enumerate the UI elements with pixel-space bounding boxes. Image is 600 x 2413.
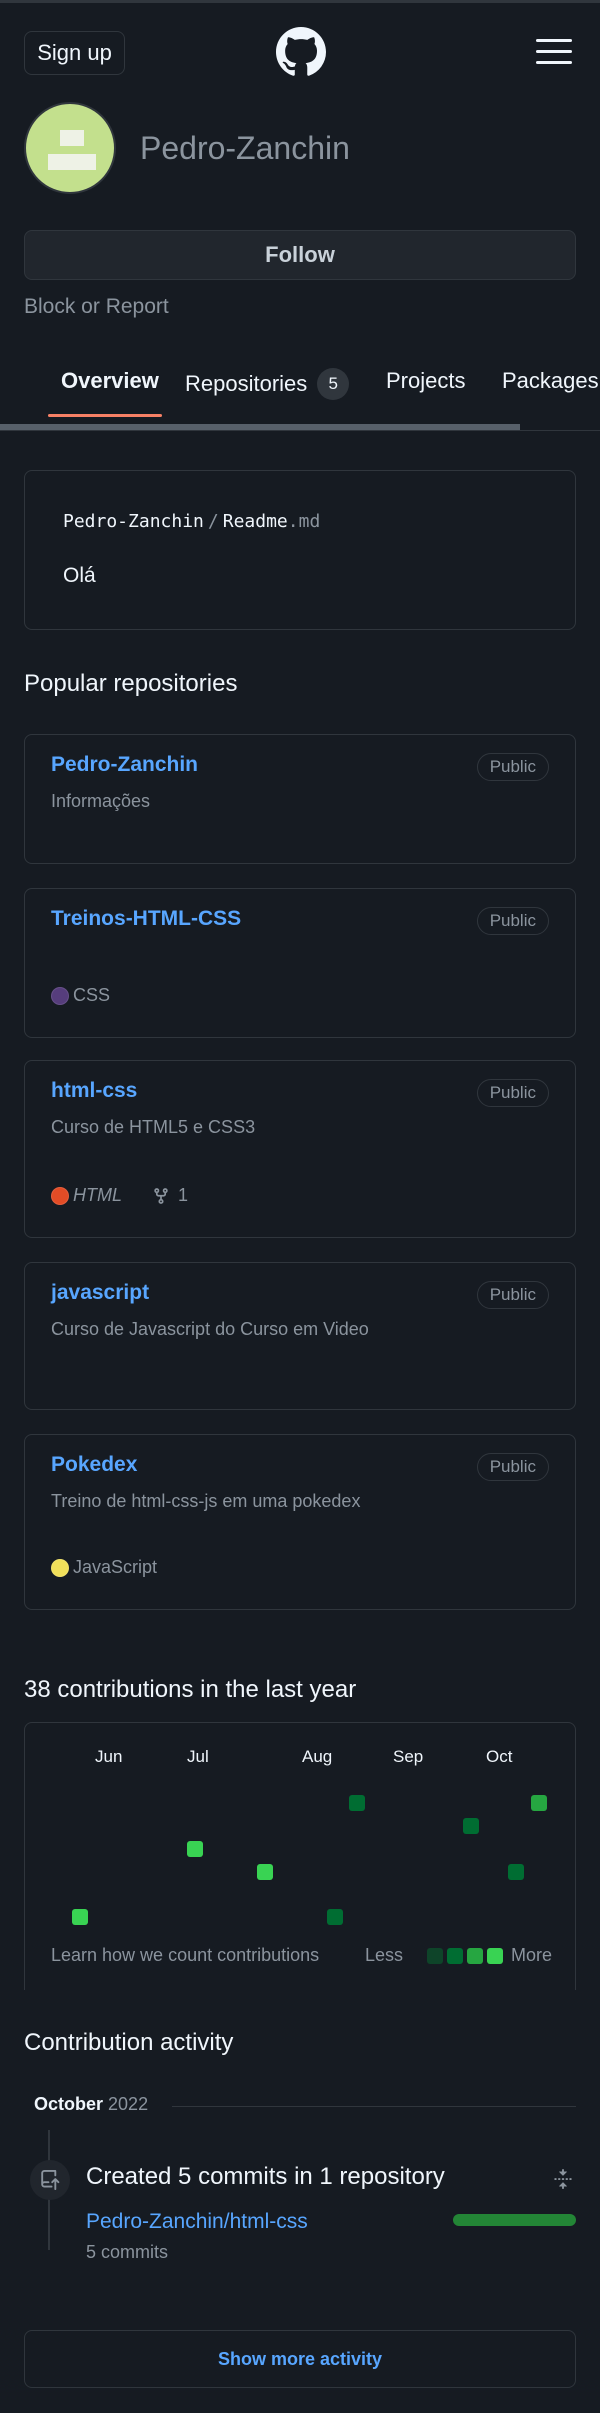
fork-icon (154, 1187, 168, 1204)
contribution-cell[interactable] (349, 1795, 365, 1811)
github-mark-icon[interactable] (276, 27, 326, 77)
contribution-calendar: Jun Jul Aug Sep Oct Learn how we count c… (24, 1722, 576, 1990)
visibility-badge: Public (476, 753, 549, 781)
tab-packages[interactable]: Packages (502, 368, 599, 394)
learn-contributions-link[interactable]: Learn how we count contributions (51, 1945, 319, 1966)
calendar-month-label: Oct (486, 1747, 513, 1766)
contribution-cell[interactable] (508, 1864, 524, 1880)
contribution-cell[interactable] (257, 1864, 273, 1880)
repo-language: JavaScript (51, 1557, 157, 1578)
repo-name-link[interactable]: Pedro-Zanchin (51, 753, 198, 777)
commit-progress-bar (453, 2214, 576, 2226)
divider (172, 2106, 576, 2107)
repo-description: Curso de Javascript do Curso em Video (51, 1319, 369, 1339)
repositories-count-badge: 5 (317, 368, 350, 400)
collapse-icon[interactable] (553, 2168, 573, 2190)
calendar-legend: Less More (365, 1945, 553, 1965)
activity-month-heading: October 2022 (34, 2094, 149, 2114)
follow-button[interactable]: Follow (24, 230, 576, 280)
contribution-activity-title: Contribution activity (24, 2029, 234, 2056)
repo-card: Pedro-Zanchin Public Informações (24, 734, 576, 864)
popular-repositories-title: Popular repositories (24, 670, 238, 697)
top-bar: Sign up (0, 0, 600, 98)
visibility-badge: Public (476, 907, 549, 935)
readme-body: Olá (63, 564, 96, 587)
show-more-activity-button[interactable]: Show more activity (24, 2330, 576, 2388)
active-tab-underline (48, 414, 162, 417)
repo-card: Treinos-HTML-CSS Public CSS (24, 888, 576, 1038)
tab-projects[interactable]: Projects (386, 368, 465, 394)
repo-push-icon (30, 2160, 70, 2200)
readme-path: Pedro-Zanchin / Readme.md (63, 511, 321, 532)
contribution-cell[interactable] (187, 1841, 203, 1857)
tab-overview[interactable]: Overview (61, 368, 159, 394)
calendar-month-label: Sep (393, 1747, 424, 1766)
repo-forks-link[interactable]: 1 (152, 1185, 188, 1206)
language-color-dot (51, 1186, 69, 1205)
avatar[interactable] (24, 102, 116, 194)
contribution-cell[interactable] (327, 1909, 343, 1925)
visibility-badge: Public (476, 1453, 549, 1481)
contributions-title: 38 contributions in the last year (24, 1676, 357, 1703)
repo-description: Treino de html-css-js em uma pokedex (51, 1491, 361, 1511)
calendar-month-label: Jun (95, 1747, 123, 1766)
calendar-month-label: Jul (187, 1747, 209, 1766)
visibility-badge: Public (476, 1079, 549, 1107)
contribution-cell[interactable] (72, 1909, 88, 1925)
divider (0, 430, 600, 431)
activity-headline[interactable]: Created 5 commits in 1 repository (86, 2163, 445, 2191)
repo-name-link[interactable]: html-css (51, 1079, 137, 1103)
repo-name-link[interactable]: Treinos-HTML-CSS (51, 907, 241, 931)
contribution-cell[interactable] (531, 1795, 547, 1811)
tab-repositories[interactable]: Repositories 5 (185, 368, 350, 400)
block-or-report-link[interactable]: Block or Report (24, 295, 169, 319)
readme-file-link[interactable]: Readme (223, 511, 288, 532)
calendar-month-label: Aug (302, 1747, 333, 1766)
repo-name-link[interactable]: javascript (51, 1281, 149, 1305)
repo-description: Curso de HTML5 e CSS3 (51, 1117, 256, 1137)
repo-card: html-css Public Curso de HTML5 e CSS3 HT… (24, 1060, 576, 1238)
repo-description: Informações (51, 791, 151, 811)
language-color-dot (51, 986, 69, 1005)
activity-repo-link[interactable]: Pedro-Zanchin/html-css (86, 2210, 308, 2234)
language-color-dot (51, 1558, 69, 1577)
repo-language: HTML 1 (51, 1185, 188, 1206)
repo-name-link[interactable]: Pokedex (51, 1453, 137, 1477)
repo-card: Pokedex Public Treino de html-css-js em … (24, 1434, 576, 1610)
hamburger-menu-icon[interactable] (536, 39, 572, 65)
profile-username: Pedro-Zanchin (140, 130, 350, 166)
repo-language: CSS (51, 985, 110, 1006)
activity-commit-count[interactable]: 5 commits (86, 2242, 168, 2263)
readme-card: Pedro-Zanchin / Readme.md Olá (24, 470, 576, 630)
visibility-badge: Public (476, 1281, 549, 1309)
readme-owner-link[interactable]: Pedro-Zanchin (63, 511, 204, 532)
repo-card: javascript Public Curso de Javascript do… (24, 1262, 576, 1410)
contribution-cell[interactable] (463, 1818, 479, 1834)
sign-up-button[interactable]: Sign up (24, 31, 125, 75)
profile-tabs: Overview Repositories 5 Projects Package… (0, 350, 600, 432)
